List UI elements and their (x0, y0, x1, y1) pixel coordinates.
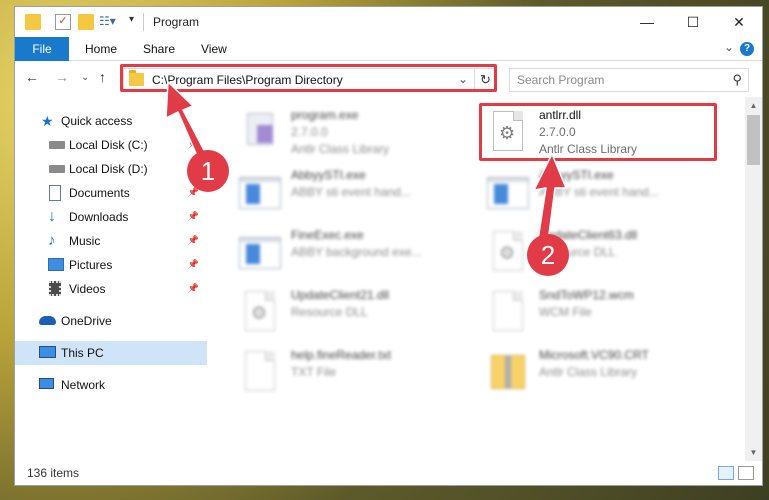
callout-1: 1 (187, 150, 229, 192)
arrow-1-shape (165, 81, 207, 159)
arrow-2-shape (533, 153, 567, 243)
callout-2: 2 (527, 234, 569, 276)
annotation-arrows (165, 81, 567, 243)
